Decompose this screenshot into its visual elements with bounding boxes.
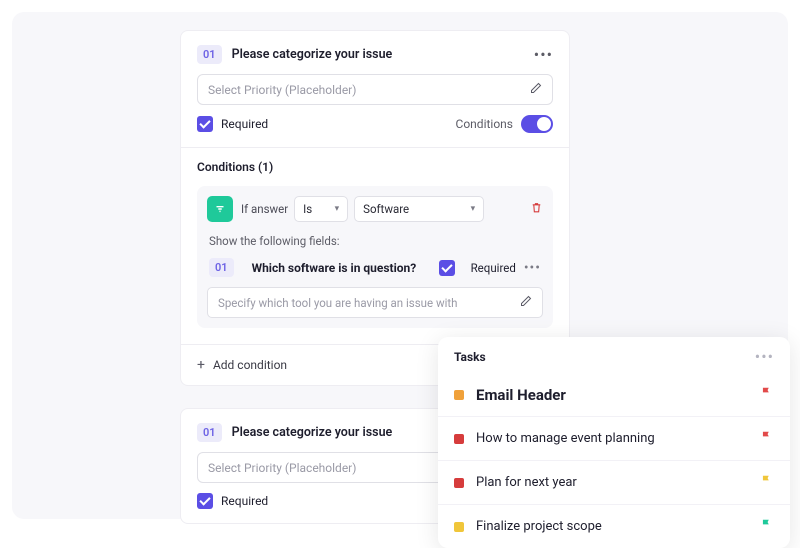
form-field-card: 01 Please categorize your issue ••• Sele… (180, 30, 570, 386)
required-label: Required (221, 494, 268, 508)
add-condition-label: Add condition (213, 358, 287, 372)
sub-field-input[interactable]: Specify which tool you are having an iss… (207, 287, 543, 318)
flag-icon[interactable] (760, 517, 774, 536)
conditions-title: Conditions (1) (197, 160, 553, 174)
field-number-badge: 01 (197, 423, 222, 442)
field-number-badge: 01 (197, 45, 222, 64)
tasks-list: Email Header How to manage event planning… (438, 373, 790, 548)
flag-icon[interactable] (760, 385, 774, 404)
more-icon[interactable]: ••• (534, 47, 553, 63)
required-label: Required (221, 117, 268, 131)
card-header: 01 Please categorize your issue ••• (181, 31, 569, 74)
status-dot (454, 434, 464, 444)
sub-required-checkbox[interactable] (439, 260, 455, 276)
show-fields-label: Show the following fields: (209, 234, 541, 248)
more-icon[interactable]: ••• (755, 349, 774, 365)
edit-icon[interactable] (520, 295, 532, 310)
field-title: Please categorize your issue (232, 47, 534, 62)
priority-placeholder: Select Priority (Placeholder) (208, 83, 356, 97)
condition-block: If answer Is ▾ Software ▾ Show the follo… (197, 186, 553, 328)
task-row[interactable]: How to manage event planning (438, 416, 790, 460)
conditions-label: Conditions (456, 117, 513, 131)
required-checkbox[interactable] (197, 116, 213, 132)
edit-icon[interactable] (530, 82, 542, 97)
value-select[interactable]: Software ▾ (354, 196, 484, 222)
sub-field-number: 01 (209, 258, 234, 277)
sub-required-label: Required (471, 261, 516, 275)
required-row: Required Conditions (181, 115, 569, 147)
flag-icon[interactable] (760, 429, 774, 448)
task-label: Plan for next year (476, 475, 760, 490)
task-row[interactable]: Plan for next year (438, 460, 790, 504)
tasks-panel: Tasks ••• Email Header How to manage even… (438, 337, 790, 548)
task-label: Email Header (476, 386, 760, 404)
tasks-title: Tasks (454, 350, 755, 364)
chevron-down-icon: ▾ (335, 204, 340, 214)
priority-placeholder: Select Priority (Placeholder) (208, 461, 356, 475)
conditions-toggle[interactable] (521, 115, 553, 133)
required-checkbox[interactable] (197, 493, 213, 509)
tasks-header: Tasks ••• (438, 349, 790, 373)
plus-icon: + (197, 357, 205, 373)
more-icon[interactable]: ••• (524, 260, 541, 276)
priority-select[interactable]: Select Priority (Placeholder) (197, 74, 553, 105)
value-text: Software (363, 202, 409, 216)
flag-icon[interactable] (760, 473, 774, 492)
condition-rule: If answer Is ▾ Software ▾ (207, 196, 543, 222)
status-dot (454, 478, 464, 488)
sub-field-placeholder: Specify which tool you are having an iss… (218, 296, 457, 310)
task-row[interactable]: Email Header (438, 373, 790, 416)
sub-field-title: Which software is in question? (252, 261, 431, 275)
chevron-down-icon: ▾ (471, 204, 476, 214)
status-dot (454, 522, 464, 532)
filter-icon (207, 196, 233, 222)
conditions-section: Conditions (1) If answer Is ▾ Software ▾ (181, 147, 569, 336)
sub-field-header: 01 Which software is in question? Requir… (207, 256, 543, 279)
task-row[interactable]: Finalize project scope (438, 504, 790, 548)
status-dot (454, 390, 464, 400)
if-answer-label: If answer (241, 202, 288, 216)
operator-select[interactable]: Is ▾ (294, 196, 348, 222)
operator-value: Is (303, 202, 312, 216)
delete-icon[interactable] (530, 201, 543, 218)
task-label: Finalize project scope (476, 519, 760, 534)
task-label: How to manage event planning (476, 431, 760, 446)
